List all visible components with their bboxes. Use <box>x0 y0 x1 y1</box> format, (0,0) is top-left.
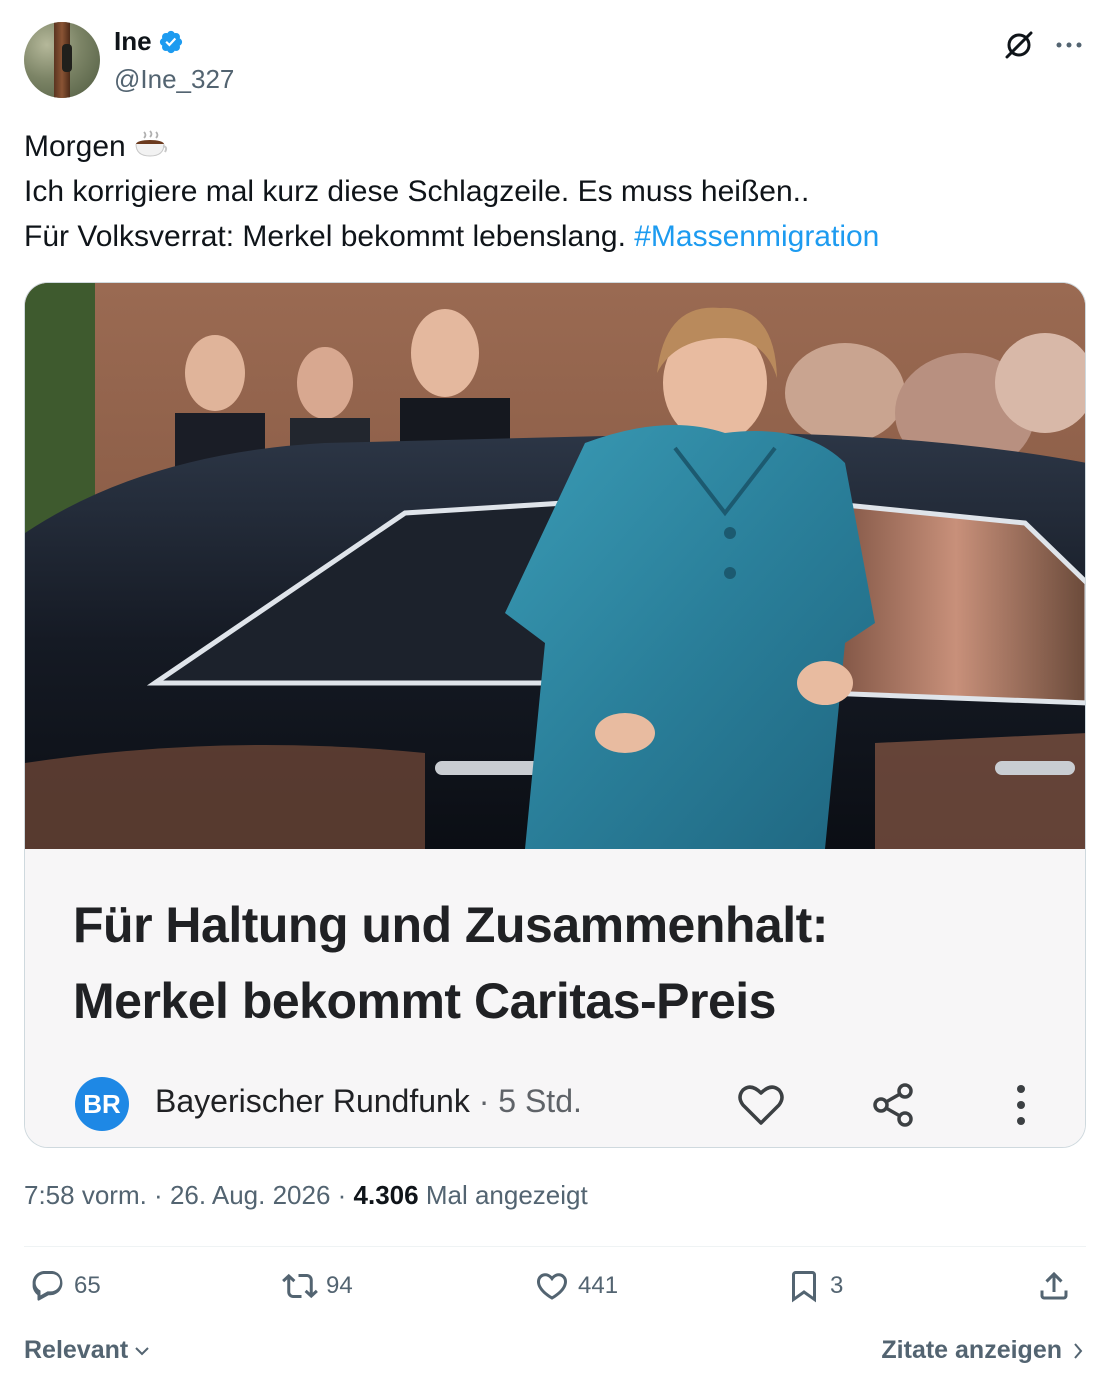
news-card-footer: Für Haltung und Zusammenhalt: Merkel bek… <box>25 849 1085 1147</box>
hashtag-link[interactable]: #Massenmigration <box>634 220 879 253</box>
source-name: Bayerischer Rundfunk <box>155 1083 470 1119</box>
views-count: 4.306 <box>353 1180 419 1210</box>
reply-count: 65 <box>74 1272 101 1299</box>
views-label: Mal angezeigt <box>425 1180 588 1210</box>
tweet-date[interactable]: 26. Aug. 2026 <box>170 1180 330 1210</box>
tweet-header: Ine @Ine_327 <box>24 22 1086 100</box>
chevron-down-icon <box>135 1346 149 1355</box>
news-source: Bayerischer Rundfunk · 5 Std. <box>155 1083 582 1120</box>
tweet-timestamp: 7:58 vorm. · 26. Aug. 2026 · 4.306 Mal a… <box>24 1180 588 1210</box>
headline-line-2: Merkel bekommt Caritas-Preis <box>73 973 776 1029</box>
tweet-line-1: Morgen <box>24 124 1086 169</box>
more-icon[interactable] <box>1052 28 1086 62</box>
repost-icon <box>282 1273 318 1299</box>
news-headline[interactable]: Für Haltung und Zusammenhalt: Merkel bek… <box>73 887 1033 1039</box>
heart-icon[interactable] <box>735 1079 787 1131</box>
share-button[interactable] <box>1036 1268 1072 1304</box>
verified-icon <box>159 30 182 53</box>
avatar[interactable] <box>24 22 100 98</box>
headline-line-1: Für Haltung und Zusammenhalt: <box>73 897 828 953</box>
author-name[interactable]: Ine <box>114 26 152 57</box>
bookmark-count: 3 <box>830 1272 844 1299</box>
share-icon[interactable] <box>869 1081 917 1129</box>
author-handle[interactable]: @Ine_327 <box>114 64 234 95</box>
bookmark-button[interactable]: 3 <box>786 1268 843 1304</box>
like-count: 441 <box>578 1272 619 1299</box>
tweet-line-2: Ich korrigiere mal kurz diese Schlagzeil… <box>24 175 810 208</box>
divider <box>24 1246 1086 1247</box>
view-quotes-link[interactable]: Zitate anzeigen <box>881 1336 1086 1365</box>
coffee-icon <box>135 130 167 157</box>
quotes-label: Zitate anzeigen <box>881 1336 1062 1364</box>
chevron-right-icon <box>1074 1342 1083 1359</box>
reply-button[interactable]: 65 <box>30 1268 101 1304</box>
tweet-line-3: Für Volksverrat: Merkel bekommt lebensla… <box>24 220 880 253</box>
reply-icon <box>32 1271 63 1301</box>
tweet-time[interactable]: 7:58 vorm. <box>24 1180 147 1210</box>
repost-button[interactable]: 94 <box>282 1268 353 1304</box>
tweet-text: Morgen Ich korrigiere mal kurz diese Sch… <box>24 124 1086 259</box>
kebab-icon[interactable] <box>1005 1081 1037 1129</box>
repost-count: 94 <box>326 1272 353 1299</box>
br-logo: BR <box>75 1077 129 1131</box>
share-upload-icon <box>1040 1271 1068 1300</box>
source-age: · 5 Std. <box>469 1083 582 1119</box>
like-icon <box>536 1273 568 1300</box>
action-bar: 65 94 441 3 <box>24 1268 1086 1318</box>
sort-replies-button[interactable]: Relevant <box>24 1336 152 1365</box>
like-button[interactable]: 441 <box>534 1268 618 1304</box>
author-name-row[interactable]: Ine <box>114 26 184 57</box>
sort-label: Relevant <box>24 1336 129 1364</box>
media-card[interactable]: Für Haltung und Zusammenhalt: Merkel bek… <box>24 282 1086 1148</box>
news-photo[interactable] <box>25 283 1085 849</box>
photo-illustration <box>25 283 1085 849</box>
bookmark-icon <box>792 1271 816 1303</box>
grok-icon[interactable] <box>1002 28 1036 62</box>
svg-text:BR: BR <box>83 1089 121 1119</box>
